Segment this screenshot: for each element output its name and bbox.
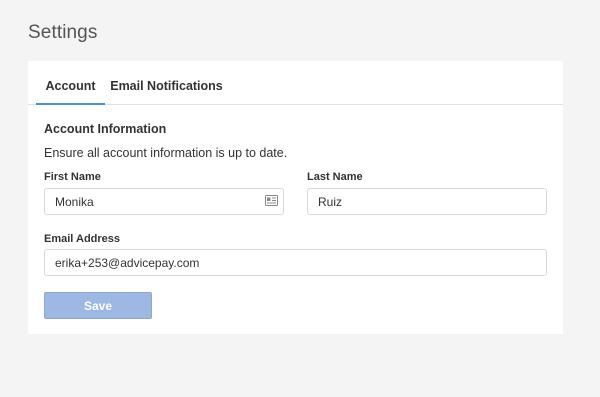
page-title: Settings: [28, 22, 98, 43]
section-description: Ensure all account information is up to …: [44, 146, 288, 160]
tab-email-notifications[interactable]: Email Notifications: [108, 61, 225, 105]
tab-account[interactable]: Account: [36, 61, 105, 105]
settings-card: Account Email Notifications Account Info…: [28, 61, 563, 334]
save-button[interactable]: Save: [44, 292, 152, 319]
email-address-input[interactable]: [44, 249, 547, 276]
section-title: Account Information: [44, 122, 167, 136]
last-name-input[interactable]: [307, 188, 547, 215]
email-address-label: Email Address: [44, 233, 121, 245]
contact-card-icon[interactable]: [265, 195, 278, 206]
first-name-label: First Name: [44, 171, 101, 183]
tab-bar: Account Email Notifications: [28, 61, 563, 105]
last-name-label: Last Name: [307, 171, 363, 183]
first-name-input[interactable]: [44, 188, 284, 215]
